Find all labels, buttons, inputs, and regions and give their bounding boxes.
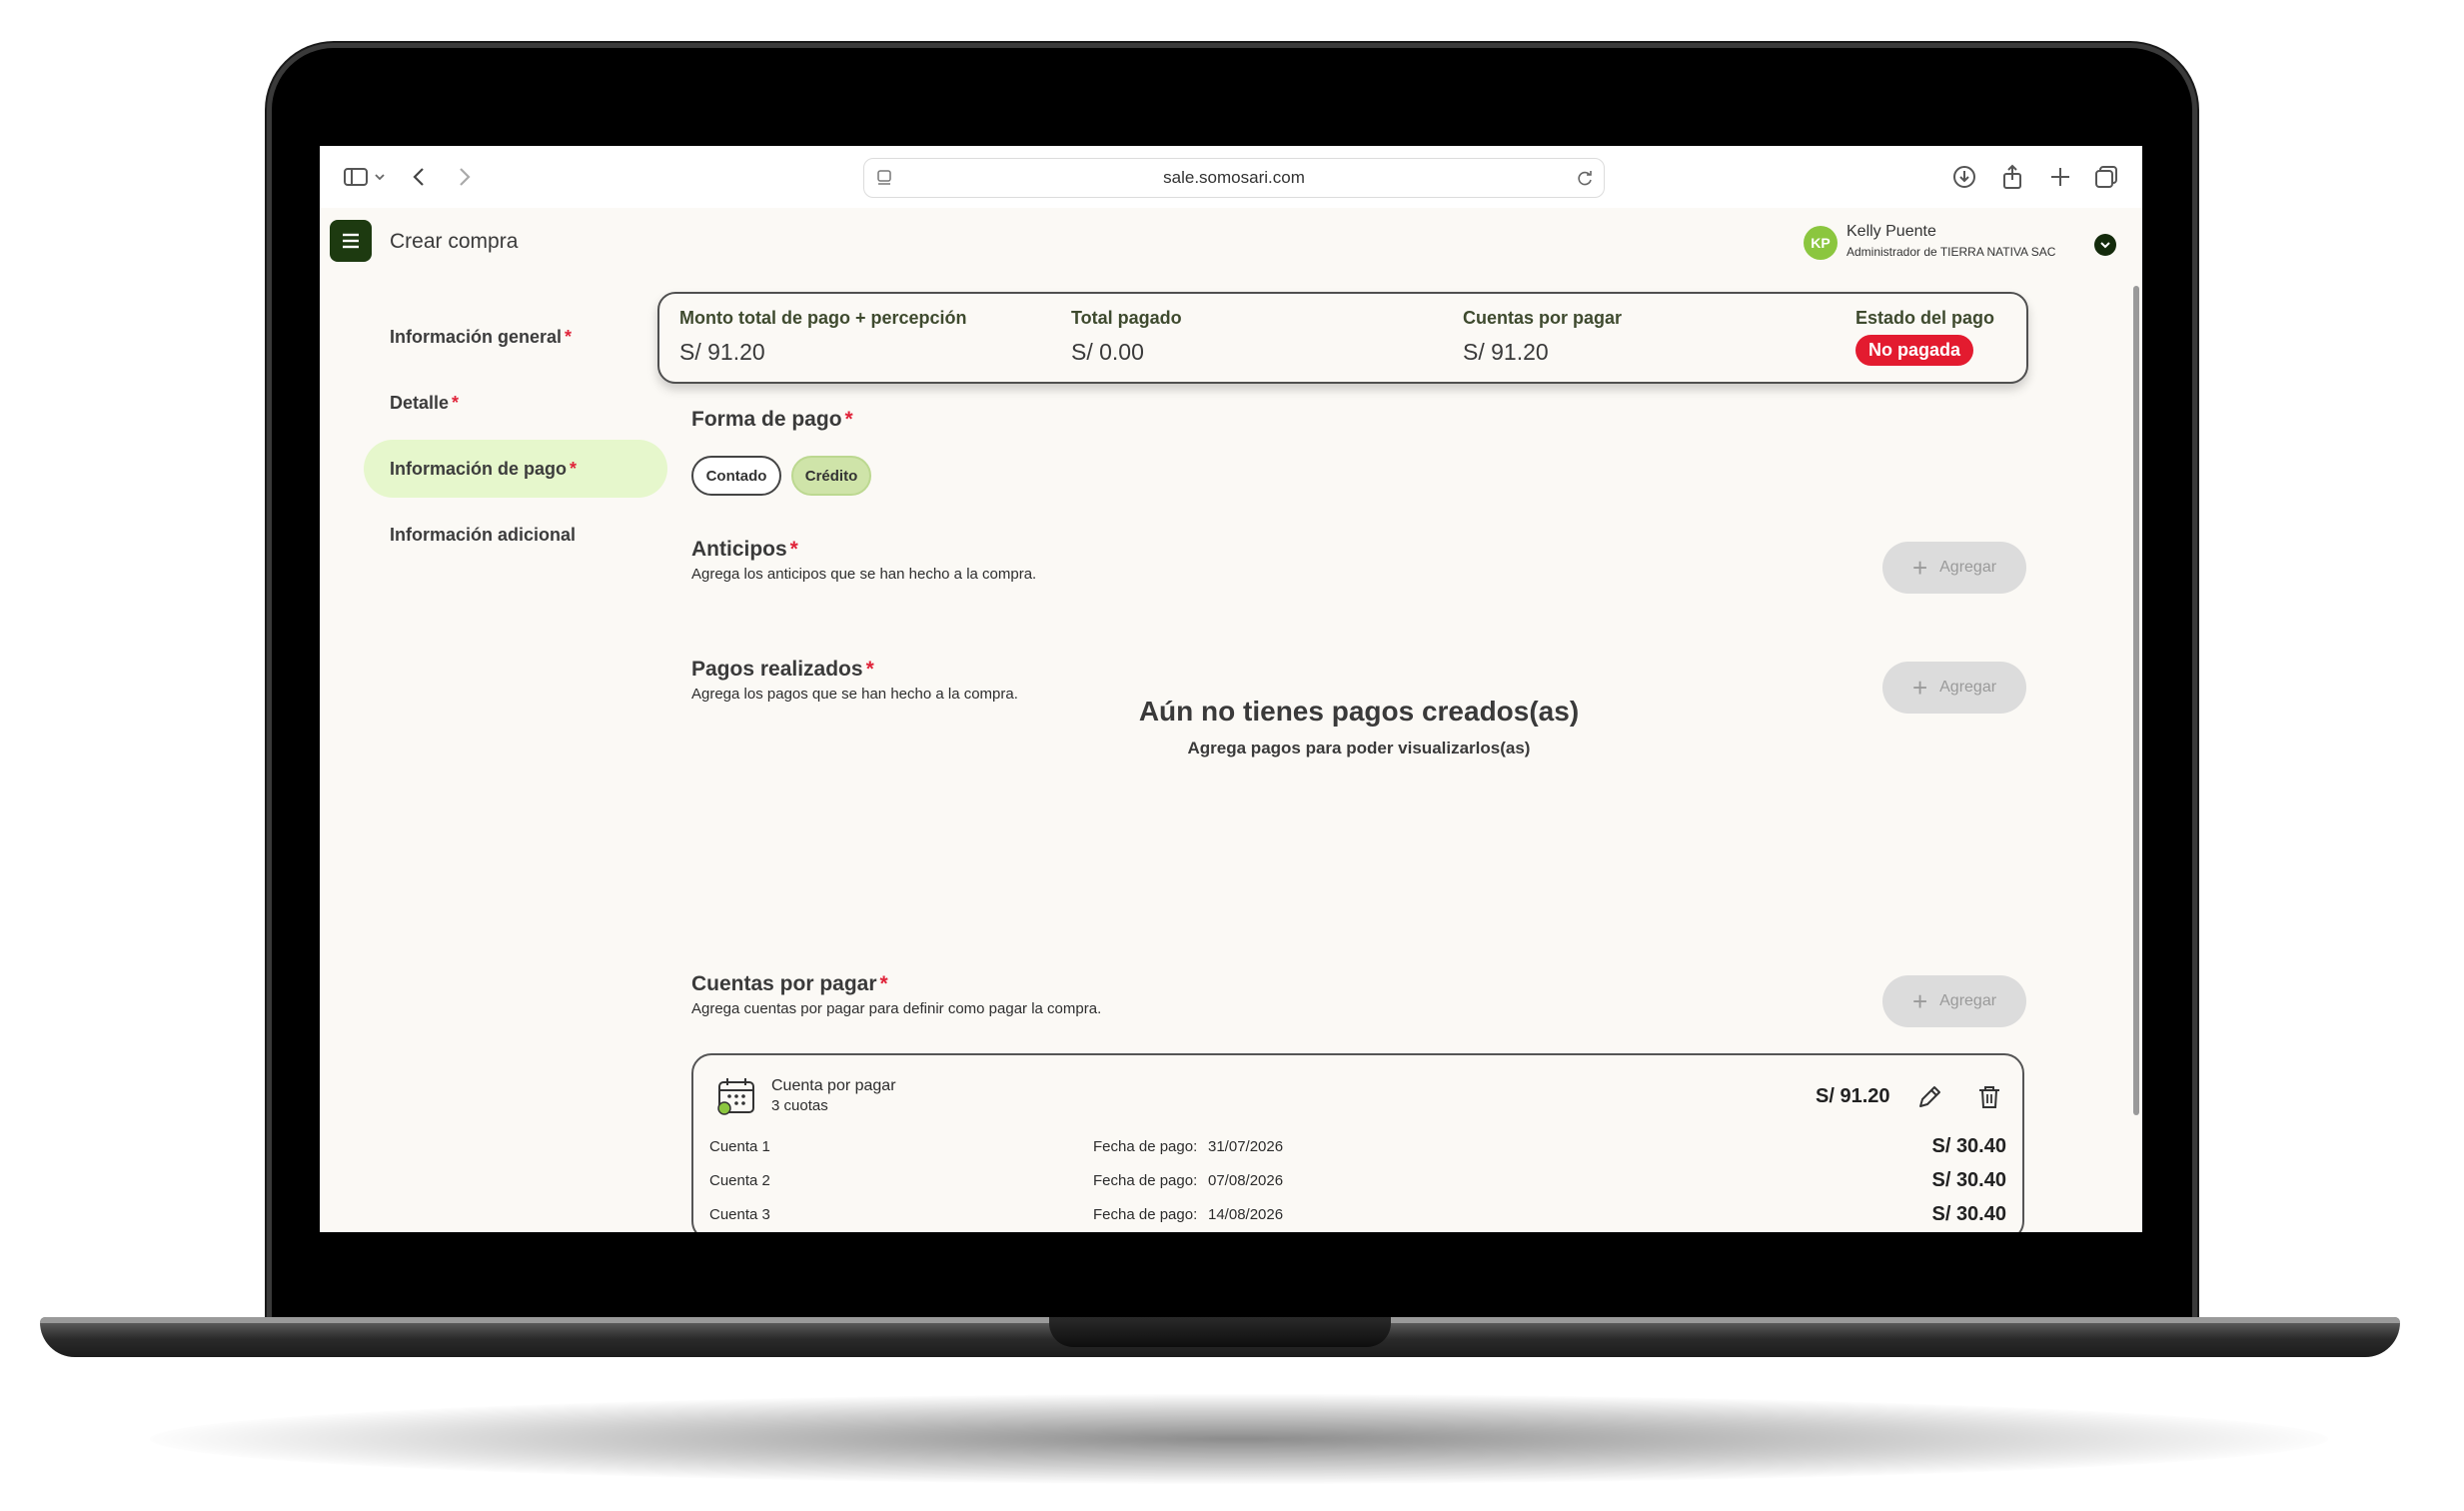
browser-toolbar: sale.somosari.com (320, 146, 2142, 209)
sidebar: Información general * Detalle * Informació… (354, 276, 687, 1232)
chevron-down-icon[interactable] (372, 163, 388, 191)
summary-status-label: Estado del pago (1855, 308, 1995, 328)
sidebar-item-label: Detalle (390, 393, 450, 413)
card-title: Cuenta por pagar (771, 1077, 896, 1094)
scrollbar[interactable] (2133, 286, 2139, 1115)
fecha-label: Fecha de pago: (1093, 1138, 1198, 1155)
laptop-notch (1049, 1317, 1391, 1347)
summary-status: Estado del pago No pagada (1855, 308, 1994, 366)
add-cuenta-button[interactable]: + Agregar (1882, 975, 2026, 1027)
cuota-date: 14/08/2026 (1208, 1206, 1284, 1223)
summary-paid-value: S/ 0.00 (1071, 339, 1144, 365)
cuentas-desc: Agrega cuentas por pagar para definir co… (691, 1000, 1102, 1017)
sidebar-item-label: Información adicional (390, 525, 577, 545)
summary-payable-value: S/ 91.20 (1463, 339, 1549, 365)
fecha-label: Fecha de pago: (1093, 1206, 1198, 1223)
empty-state-subtitle: Agrega pagos para poder visualizarlos(as… (1187, 739, 1531, 757)
cuentas-title: Cuentas por pagar * (691, 972, 888, 996)
cuota-date: 07/08/2026 (1208, 1172, 1284, 1189)
menu-button[interactable] (330, 220, 372, 262)
page-title: Crear compra (390, 230, 519, 253)
summary-total: Monto total de pago + percepción S/ 91.2… (679, 308, 967, 366)
sidebar-item-informacion-de-pago[interactable]: Información de pago * (364, 440, 667, 498)
sidebar-item-label: Información de pago (390, 459, 568, 479)
summary-payable: Cuentas por pagar S/ 91.20 (1463, 308, 1622, 366)
required-marker: * (565, 327, 573, 347)
summary-total-label: Monto total de pago + percepción (679, 308, 967, 328)
required-marker: * (844, 408, 853, 431)
user-name: Kelly Puente (1847, 223, 1936, 240)
tabs-icon[interactable] (2092, 163, 2120, 191)
credito-option[interactable]: Crédito (791, 456, 871, 496)
required-marker: * (789, 538, 798, 561)
card-subtitle: 3 cuotas (771, 1097, 828, 1114)
required-marker: * (865, 658, 874, 681)
cuota-row: Cuenta 1 Fecha de pago: 31/07/2026 S/ 30… (693, 1133, 2022, 1163)
add-anticipo-label: Agregar (1939, 559, 1997, 576)
required-marker: * (452, 393, 460, 413)
add-pago-label: Agregar (1939, 679, 1997, 696)
download-icon[interactable] (1950, 163, 1978, 191)
sidebar-item-informacion-general[interactable]: Información general * (364, 308, 667, 366)
plus-icon: + (1911, 986, 1928, 1016)
fecha-label: Fecha de pago: (1093, 1172, 1198, 1189)
trash-icon[interactable] (1975, 1083, 2003, 1111)
cuota-row: Cuenta 2 Fecha de pago: 07/08/2026 S/ 30… (693, 1167, 2022, 1197)
required-marker: * (879, 972, 888, 995)
cuota-name: Cuenta 3 (709, 1206, 770, 1223)
anticipos-title: Anticipos * (691, 538, 798, 562)
contado-option[interactable]: Contado (691, 456, 781, 496)
sidebar-icon[interactable] (342, 163, 370, 191)
card-total: S/ 91.20 (1816, 1085, 1890, 1107)
plus-icon: + (1911, 553, 1928, 583)
forma-pago-title-text: Forma de pago (691, 408, 842, 431)
chevron-down-icon (2100, 242, 2110, 249)
sidebar-item-informacion-adicional[interactable]: Información adicional (364, 506, 667, 564)
avatar[interactable]: KP (1804, 226, 1838, 260)
required-marker: * (570, 459, 578, 479)
app-header: Crear compra KP Kelly Puente Administrad… (320, 208, 2142, 276)
url-text: sale.somosari.com (1163, 168, 1305, 187)
empty-state-title: Aún no tienes pagos creados(as) (1138, 696, 1580, 727)
cuota-name: Cuenta 2 (709, 1172, 770, 1189)
summary-payable-label: Cuentas por pagar (1463, 308, 1623, 328)
forward-icon[interactable] (450, 163, 478, 191)
sidebar-item-label: Información general (390, 327, 563, 347)
user-role: Administrador de TIERRA NATIVA SAC (1847, 245, 2056, 259)
summary-paid: Total pagado S/ 0.00 (1071, 308, 1182, 366)
laptop-shadow (150, 1394, 2328, 1484)
address-bar[interactable]: sale.somosari.com (863, 158, 1605, 198)
cuota-date: 31/07/2026 (1208, 1138, 1284, 1155)
share-icon[interactable] (1998, 163, 2026, 191)
screen: sale.somosari.com Crear compra KP Kelly … (320, 146, 2142, 1232)
sidebar-item-detalle[interactable]: Detalle * (364, 374, 667, 432)
calendar-icon (717, 1078, 754, 1115)
pagos-title-text: Pagos realizados (691, 658, 863, 681)
status-badge: No pagada (1855, 335, 1974, 366)
summary-paid-label: Total pagado (1071, 308, 1182, 328)
reload-icon[interactable] (1574, 167, 1596, 189)
cuota-amount: S/ 30.40 (1931, 1135, 2006, 1157)
pencil-icon[interactable] (1915, 1083, 1943, 1111)
anticipos-desc: Agrega los anticipos que se han hecho a … (691, 566, 1037, 583)
summary-total-value: S/ 91.20 (679, 339, 765, 365)
main-content: Monto total de pago + percepción S/ 91.2… (657, 276, 2123, 1232)
cuentas-title-text: Cuentas por pagar (691, 972, 877, 995)
new-tab-icon[interactable] (2046, 163, 2074, 191)
forma-pago-title: Forma de pago * (691, 408, 853, 432)
add-anticipo-button[interactable]: + Agregar (1882, 542, 2026, 594)
user-menu-button[interactable] (2094, 234, 2116, 256)
cuota-amount: S/ 30.40 (1931, 1203, 2006, 1225)
add-cuenta-label: Agregar (1939, 992, 1997, 1009)
cuota-row: Cuenta 3 Fecha de pago: 14/08/2026 S/ 30… (693, 1201, 2022, 1231)
hamburger-icon (343, 233, 359, 249)
cuenta-por-pagar-card: Cuenta por pagar 3 cuotas S/ 91.20 Cuent… (691, 1053, 2024, 1232)
anticipos-title-text: Anticipos (691, 538, 787, 561)
cuota-amount: S/ 30.40 (1931, 1169, 2006, 1191)
back-icon[interactable] (406, 163, 434, 191)
payment-summary-card: Monto total de pago + percepción S/ 91.2… (657, 292, 2028, 384)
pagos-title: Pagos realizados * (691, 658, 874, 682)
cuota-name: Cuenta 1 (709, 1138, 770, 1155)
